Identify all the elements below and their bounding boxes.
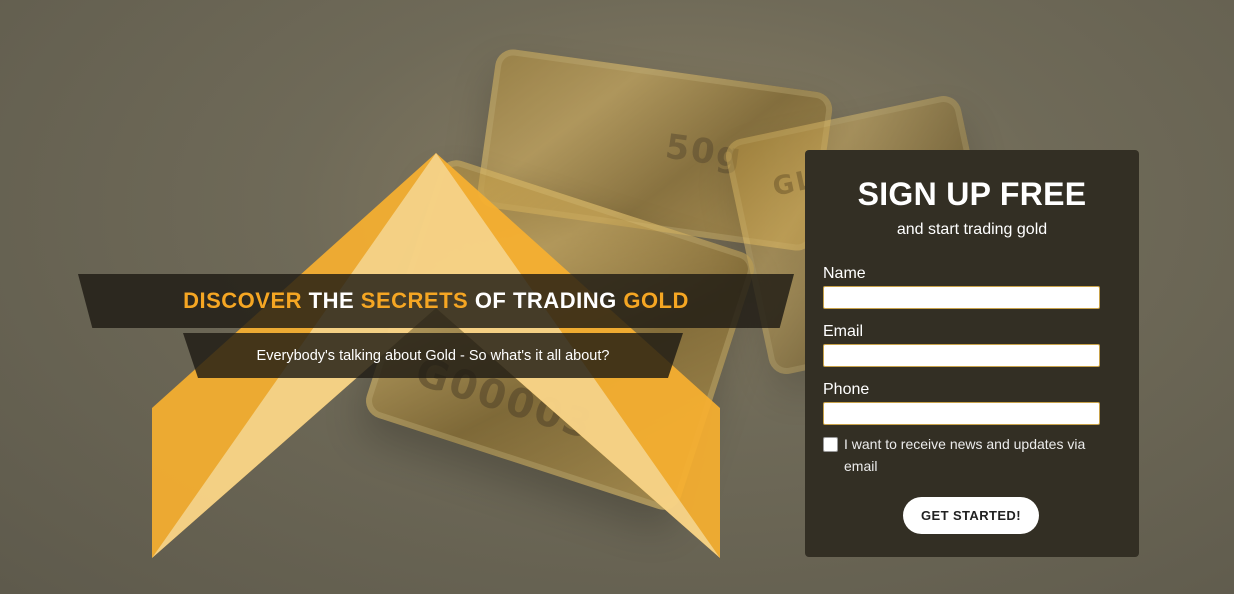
name-field[interactable] — [823, 286, 1100, 309]
get-started-button[interactable]: GET STARTED! — [903, 497, 1039, 534]
hero-headline: DISCOVER THE SECRETS OF TRADING GOLD — [183, 288, 689, 314]
hero-subline: Everybody's talking about Gold - So what… — [256, 347, 610, 364]
signup-subtitle: and start trading gold — [896, 221, 1048, 238]
email-field[interactable] — [823, 344, 1100, 367]
headline-word: OF TRADING — [474, 288, 617, 313]
consent-label: I want to receive news and updates via e… — [844, 436, 1086, 474]
headline-word: THE — [308, 288, 355, 313]
consent-checkbox[interactable] — [823, 437, 838, 452]
signup-title: SIGN UP FREE — [857, 176, 1087, 212]
name-label: Name — [823, 265, 866, 282]
button-wrapper: GET STARTED! — [823, 497, 1100, 534]
headline-ribbon: DISCOVER THE SECRETS OF TRADING GOLD — [78, 274, 794, 328]
headline-word: GOLD — [623, 288, 689, 313]
phone-label: Phone — [823, 381, 870, 398]
consent-row: I want to receive news and updates via e… — [823, 436, 1100, 477]
headline-word: SECRETS — [360, 288, 469, 313]
phone-field[interactable] — [823, 402, 1100, 425]
headline-word: DISCOVER — [183, 288, 303, 313]
signup-panel: SIGN UP FREE and start trading gold Name… — [805, 150, 1139, 557]
email-label: Email — [823, 323, 864, 340]
subline-ribbon: Everybody's talking about Gold - So what… — [183, 333, 683, 378]
